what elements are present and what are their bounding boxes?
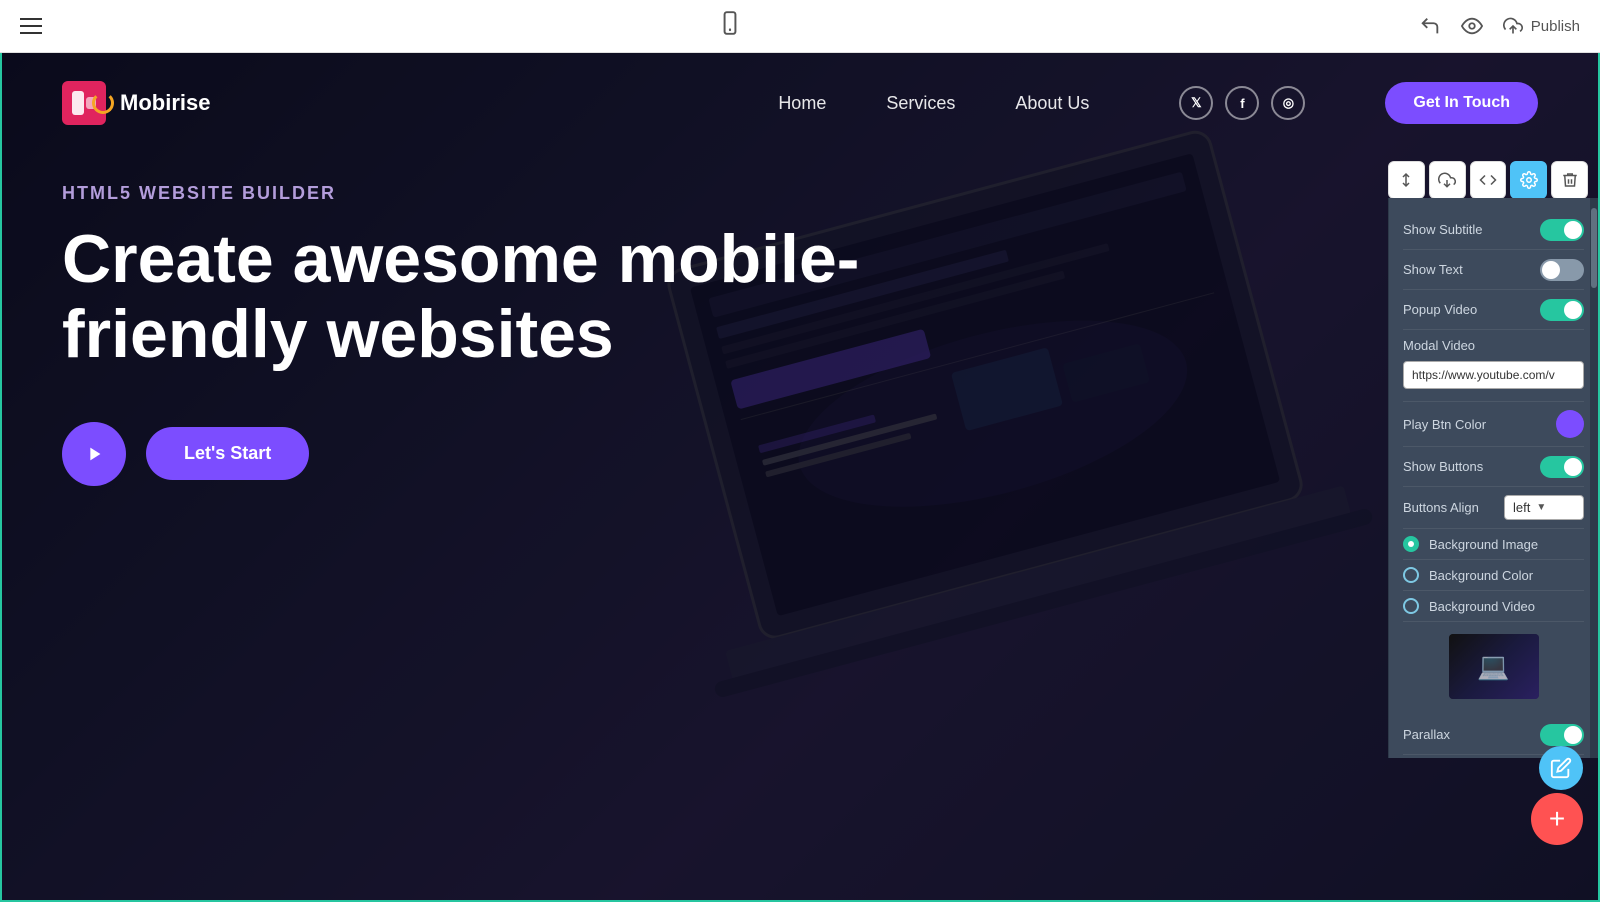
background-color-row: Background Color — [1403, 560, 1584, 591]
twitter-icon[interactable]: 𝕏 — [1179, 86, 1213, 120]
play-btn-color-picker[interactable] — [1556, 410, 1584, 438]
settings-tool-button[interactable] — [1510, 161, 1547, 199]
main-preview: Mobirise Home Services About Us 𝕏 f ◎ Ge… — [2, 53, 1598, 900]
settings-panel: Show Subtitle Show Text Popup Video — [1388, 198, 1598, 758]
panel-scrollbar-thumb — [1591, 208, 1597, 288]
show-text-toggle[interactable] — [1540, 259, 1584, 281]
panel-scroll-area[interactable]: Show Subtitle Show Text Popup Video — [1389, 198, 1598, 758]
buttons-align-dropdown[interactable]: left ▼ — [1504, 495, 1584, 520]
hero-buttons: Let's Start — [62, 422, 862, 486]
brand-icon — [62, 81, 106, 125]
show-buttons-thumb — [1564, 458, 1582, 476]
parallax-toggle[interactable] — [1540, 724, 1584, 746]
menu-button[interactable] — [20, 18, 42, 34]
show-buttons-label: Show Buttons — [1403, 459, 1483, 474]
popup-video-toggle[interactable] — [1540, 299, 1584, 321]
brand: Mobirise — [62, 81, 210, 125]
modal-video-input[interactable] — [1403, 361, 1584, 389]
play-button[interactable] — [62, 422, 126, 486]
play-btn-color-label: Play Btn Color — [1403, 417, 1486, 432]
facebook-icon[interactable]: f — [1225, 86, 1259, 120]
nav-link-about[interactable]: About Us — [1015, 93, 1089, 114]
preview-icon[interactable] — [1461, 15, 1483, 37]
background-video-label: Background Video — [1429, 599, 1535, 614]
modal-video-row: Modal Video — [1403, 330, 1584, 402]
publish-button[interactable]: Publish — [1503, 16, 1580, 36]
nav-link-services[interactable]: Services — [886, 93, 955, 114]
mobile-preview-icon[interactable] — [717, 10, 743, 42]
toolbar-center — [717, 10, 743, 42]
background-thumbnail[interactable] — [1449, 634, 1539, 699]
popup-video-thumb — [1564, 301, 1582, 319]
chevron-down-icon: ▼ — [1536, 502, 1546, 513]
bg-thumbnail-container — [1403, 622, 1584, 715]
code-tool-button[interactable] — [1470, 161, 1507, 199]
show-text-label: Show Text — [1403, 262, 1463, 277]
preview-container: Mobirise Home Services About Us 𝕏 f ◎ Ge… — [0, 53, 1600, 902]
play-btn-color-row: Play Btn Color — [1403, 402, 1584, 447]
toolbar-left — [20, 18, 42, 34]
buttons-align-value: left — [1513, 500, 1530, 515]
background-color-radio[interactable] — [1403, 567, 1419, 583]
preview-navbar: Mobirise Home Services About Us 𝕏 f ◎ Ge… — [2, 53, 1598, 153]
buttons-align-row: Buttons Align left ▼ — [1403, 487, 1584, 529]
panel-scrollbar — [1590, 198, 1598, 758]
publish-label: Publish — [1531, 18, 1580, 35]
hero-content: HTML5 WEBSITE BUILDER Create awesome mob… — [62, 183, 862, 486]
background-color-label: Background Color — [1429, 568, 1533, 583]
undo-icon[interactable] — [1419, 15, 1441, 37]
parallax-thumb — [1564, 726, 1582, 744]
modal-video-label: Modal Video — [1403, 338, 1475, 353]
popup-video-label: Popup Video — [1403, 302, 1477, 317]
hero-subtitle: HTML5 WEBSITE BUILDER — [62, 183, 862, 204]
popup-video-row: Popup Video — [1403, 290, 1584, 330]
instagram-icon[interactable]: ◎ — [1271, 86, 1305, 120]
show-subtitle-row: Show Subtitle — [1403, 210, 1584, 250]
background-image-radio[interactable] — [1403, 536, 1419, 552]
show-subtitle-label: Show Subtitle — [1403, 222, 1483, 237]
nav-link-home[interactable]: Home — [778, 93, 826, 114]
fab-edit-button[interactable] — [1539, 746, 1583, 790]
top-toolbar: Publish — [0, 0, 1600, 53]
background-video-row: Background Video — [1403, 591, 1584, 622]
parallax-label: Parallax — [1403, 727, 1450, 742]
delete-tool-button[interactable] — [1551, 161, 1588, 199]
brand-name: Mobirise — [120, 90, 210, 116]
background-image-label: Background Image — [1429, 537, 1538, 552]
show-text-row: Show Text — [1403, 250, 1584, 290]
fab-add-button[interactable]: + — [1531, 793, 1583, 845]
sort-tool-button[interactable] — [1388, 161, 1425, 199]
download-tool-button[interactable] — [1429, 161, 1466, 199]
start-button[interactable]: Let's Start — [146, 427, 309, 480]
buttons-align-label: Buttons Align — [1403, 500, 1479, 515]
hero-title: Create awesome mobile-friendly websites — [62, 222, 862, 372]
show-subtitle-toggle[interactable] — [1540, 219, 1584, 241]
cta-button[interactable]: Get In Touch — [1385, 82, 1538, 124]
background-image-row: Background Image — [1403, 529, 1584, 560]
show-text-thumb — [1542, 261, 1560, 279]
show-buttons-row: Show Buttons — [1403, 447, 1584, 487]
social-icons: 𝕏 f ◎ — [1179, 86, 1305, 120]
background-video-radio[interactable] — [1403, 598, 1419, 614]
show-buttons-toggle[interactable] — [1540, 456, 1584, 478]
toolbar-right: Publish — [1419, 15, 1580, 37]
show-subtitle-thumb — [1564, 221, 1582, 239]
nav-links: Home Services About Us 𝕏 f ◎ Get In Touc… — [778, 82, 1538, 124]
